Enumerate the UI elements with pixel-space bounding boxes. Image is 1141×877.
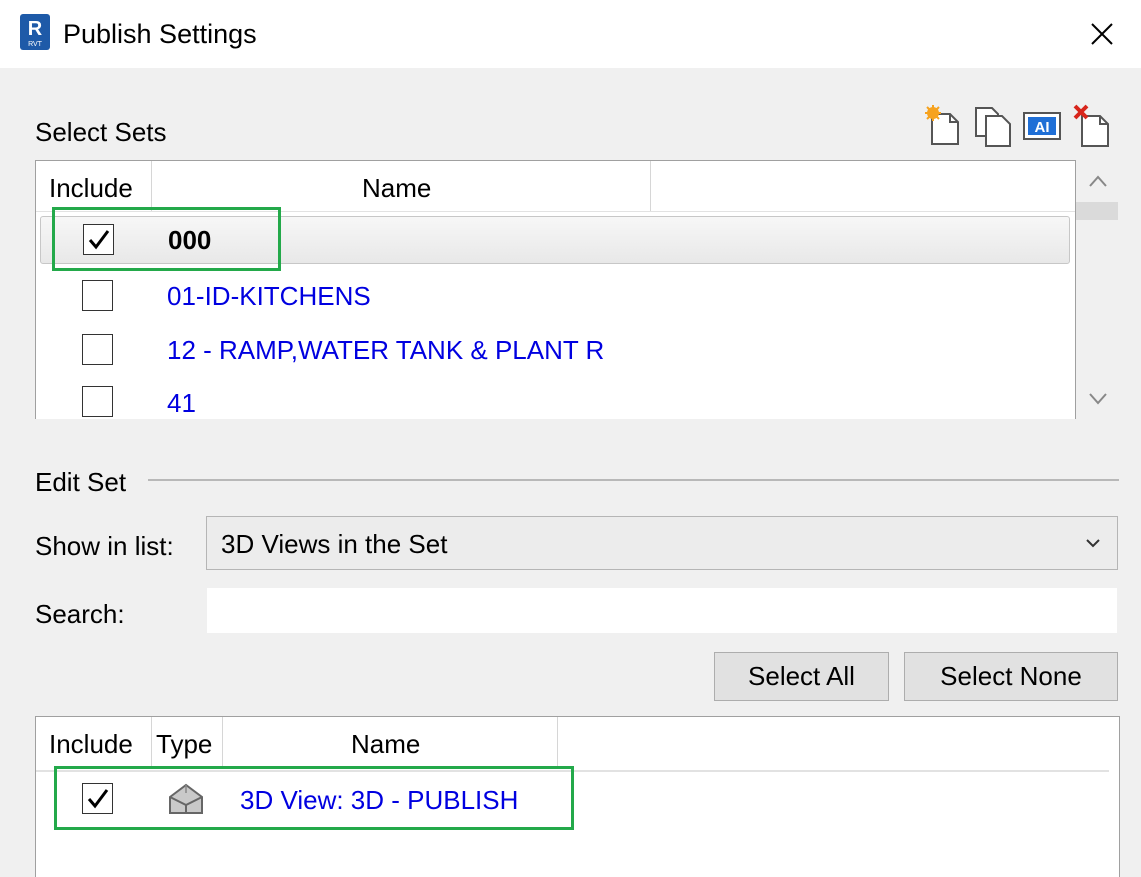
chevron-down-icon (1086, 539, 1100, 548)
select-all-button[interactable]: Select All (714, 652, 889, 701)
search-label: Search: (35, 599, 125, 629)
set-name: 01-ID-KITCHENS (167, 281, 371, 311)
checkmark-icon (87, 788, 108, 808)
svg-text:AI: AI (1035, 119, 1050, 136)
list-item-view[interactable]: 3D View: 3D - PUBLISH (36, 775, 1119, 829)
select-sets-label: Select Sets (35, 117, 167, 147)
list-item-set[interactable]: 12 - RAMP,WATER TANK & PLANT R (36, 325, 1075, 379)
set-name: 12 - RAMP,WATER TANK & PLANT R (167, 335, 605, 365)
divider (148, 479, 1119, 481)
svg-text:R: R (28, 18, 43, 40)
include-checkbox[interactable] (82, 334, 113, 365)
column-header-type[interactable]: Type (152, 717, 223, 767)
checkmark-icon (88, 229, 109, 249)
scroll-thumb[interactable] (1076, 202, 1118, 220)
duplicate-set-icon[interactable] (972, 102, 1012, 148)
select-none-button[interactable]: Select None (904, 652, 1118, 701)
include-checkbox[interactable] (82, 783, 113, 814)
chevron-up-icon[interactable] (1088, 174, 1108, 188)
window-title: Publish Settings (63, 19, 257, 49)
list-item-set[interactable]: 01-ID-KITCHENS (36, 271, 1075, 325)
sets-scrollbar[interactable] (1076, 160, 1120, 418)
close-icon (1091, 23, 1113, 45)
column-header-name[interactable]: Name (152, 161, 651, 211)
show-in-list-label: Show in list: (35, 531, 174, 561)
include-checkbox[interactable] (83, 224, 114, 255)
set-name: 41 (167, 388, 196, 418)
list-item-set[interactable]: 41 (36, 379, 1075, 419)
delete-set-icon[interactable] (1072, 102, 1112, 148)
3d-view-icon (169, 783, 203, 814)
column-header-name[interactable]: Name (223, 717, 558, 767)
show-in-list-dropdown[interactable]: 3D Views in the Set (206, 516, 1118, 570)
edit-set-label: Edit Set (35, 467, 127, 497)
title-bar: R RVT Publish Settings (0, 0, 1141, 68)
search-input[interactable] (207, 588, 1117, 633)
sets-list: Include Name 000 01-ID-KITCHENS 12 - RAM… (35, 160, 1076, 419)
include-checkbox[interactable] (82, 386, 113, 417)
views-list: Include Type Name 3D View: 3D - PUBLISH (35, 716, 1120, 877)
set-name: 000 (168, 225, 212, 255)
column-header-include[interactable]: Include (36, 717, 152, 767)
chevron-down-icon[interactable] (1088, 392, 1108, 406)
include-checkbox[interactable] (82, 280, 113, 311)
svg-text:RVT: RVT (28, 41, 43, 48)
dropdown-value: 3D Views in the Set (221, 529, 448, 559)
close-button[interactable] (1078, 10, 1126, 58)
revit-app-icon: R RVT (20, 14, 50, 50)
list-item-set-000[interactable]: 000 (40, 216, 1070, 264)
column-header-include[interactable]: Include (36, 161, 152, 211)
new-set-icon[interactable] (924, 102, 964, 148)
view-name: 3D View: 3D - PUBLISH (240, 785, 519, 815)
rename-set-icon[interactable]: AI (1022, 102, 1062, 148)
